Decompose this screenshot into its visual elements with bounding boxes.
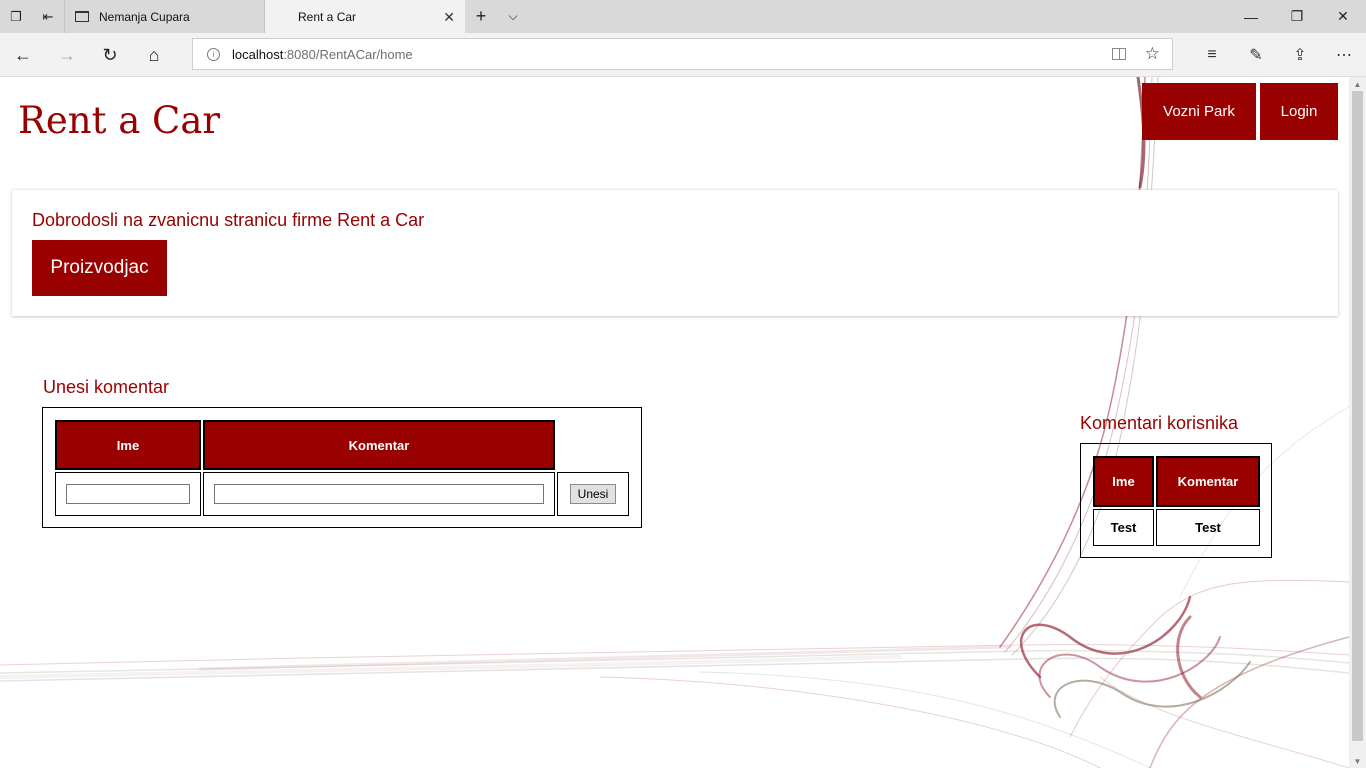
submit-comment-button[interactable]: Unesi <box>569 484 617 504</box>
name-input-cell <box>55 472 201 516</box>
tab-title: Rent a Car <box>298 9 357 24</box>
comments-title: Komentari korisnika <box>1080 413 1239 433</box>
comment-form: Ime Komentar Unesi <box>42 407 642 528</box>
submit-cell: Unesi <box>557 472 629 516</box>
address-bar[interactable]: i localhost:8080/RentACar/home ☆ <box>192 38 1173 70</box>
scroll-up-arrow-icon[interactable]: ▲ <box>1349 77 1366 91</box>
pen-icon[interactable]: ✎ <box>1234 33 1278 77</box>
scroll-down-arrow-icon[interactable]: ▼ <box>1349 754 1366 768</box>
welcome-heading: Dobrodosli na zvanicnu stranicu firme Re… <box>32 210 425 230</box>
tab-title: Nemanja Cupara <box>99 9 190 24</box>
browser-nav-bar: ← → ↻ ⌂ i localhost:8080/RentACar/home ☆… <box>0 33 1366 77</box>
forward-icon[interactable]: → <box>52 41 82 69</box>
home-icon[interactable]: ⌂ <box>139 41 169 69</box>
name-input[interactable] <box>66 484 190 504</box>
form-header-name: Ime <box>55 420 201 470</box>
close-tab-icon[interactable]: ✕ <box>443 9 455 26</box>
welcome-panel: Dobrodosli na zvanicnu stranicu firme Re… <box>12 190 1338 316</box>
url-path: :8080/RentACar/home <box>283 47 413 62</box>
favorite-star-icon[interactable]: ☆ <box>1145 44 1160 64</box>
manufacturer-button[interactable]: Proizvodjac <box>32 240 167 296</box>
new-tab-icon[interactable]: + <box>465 0 497 33</box>
tab-list-chevron-icon[interactable]: ⌵ <box>497 0 529 33</box>
close-window-icon[interactable]: ✕ <box>1320 0 1366 33</box>
restore-icon[interactable]: ❐ <box>1274 0 1320 33</box>
url-text[interactable]: localhost:8080/RentACar/home <box>232 47 413 62</box>
comment-form-title: Unesi komentar <box>43 377 170 397</box>
vozni-park-button[interactable]: Vozni Park <box>1142 83 1256 140</box>
tab-manager-icon[interactable]: ❐ <box>0 0 32 33</box>
share-icon[interactable]: ⇪ <box>1278 33 1322 77</box>
comment-input-cell <box>203 472 555 516</box>
page-viewport: Rent a Car Vozni Park Login Dobrodosli n… <box>0 77 1349 768</box>
browser-tab-bar: ❐ ⇤ Nemanja Cupara Rent a Car ✕ + ⌵ — ❐ … <box>0 0 1366 33</box>
favorites-icon[interactable]: ≡ <box>1190 33 1234 77</box>
scrollbar-thumb[interactable] <box>1352 91 1363 741</box>
window-controls: — ❐ ✕ <box>1228 0 1366 33</box>
minimize-icon[interactable]: — <box>1228 0 1274 33</box>
comments-header-comment: Komentar <box>1156 456 1260 507</box>
set-aside-tabs-icon[interactable]: ⇤ <box>32 0 64 33</box>
browser-toolbar: ≡ ✎ ⇪ ⋯ <box>1190 33 1366 77</box>
back-icon[interactable]: ← <box>8 41 38 69</box>
reading-view-icon[interactable] <box>1112 48 1126 60</box>
url-host: localhost <box>232 47 284 62</box>
comment-input[interactable] <box>214 484 544 504</box>
form-header-comment: Komentar <box>203 420 555 470</box>
comments-header-name: Ime <box>1093 456 1154 507</box>
site-title: Rent a Car <box>18 99 221 142</box>
refresh-icon[interactable]: ↻ <box>95 41 125 69</box>
login-button[interactable]: Login <box>1260 83 1338 140</box>
vertical-scrollbar[interactable]: ▲ ▼ <box>1349 77 1366 768</box>
comment-row-text: Test <box>1156 509 1260 546</box>
comments-table: Ime Komentar Test Test <box>1080 443 1272 558</box>
top-navigation: Vozni Park Login <box>1142 83 1338 140</box>
page-icon <box>75 11 89 22</box>
more-icon[interactable]: ⋯ <box>1322 33 1366 77</box>
info-icon[interactable]: i <box>207 48 220 61</box>
tab-rent-a-car[interactable]: Rent a Car ✕ <box>265 0 465 33</box>
tab-nemanja-cupara[interactable]: Nemanja Cupara <box>64 0 265 33</box>
comment-row-name: Test <box>1093 509 1154 546</box>
